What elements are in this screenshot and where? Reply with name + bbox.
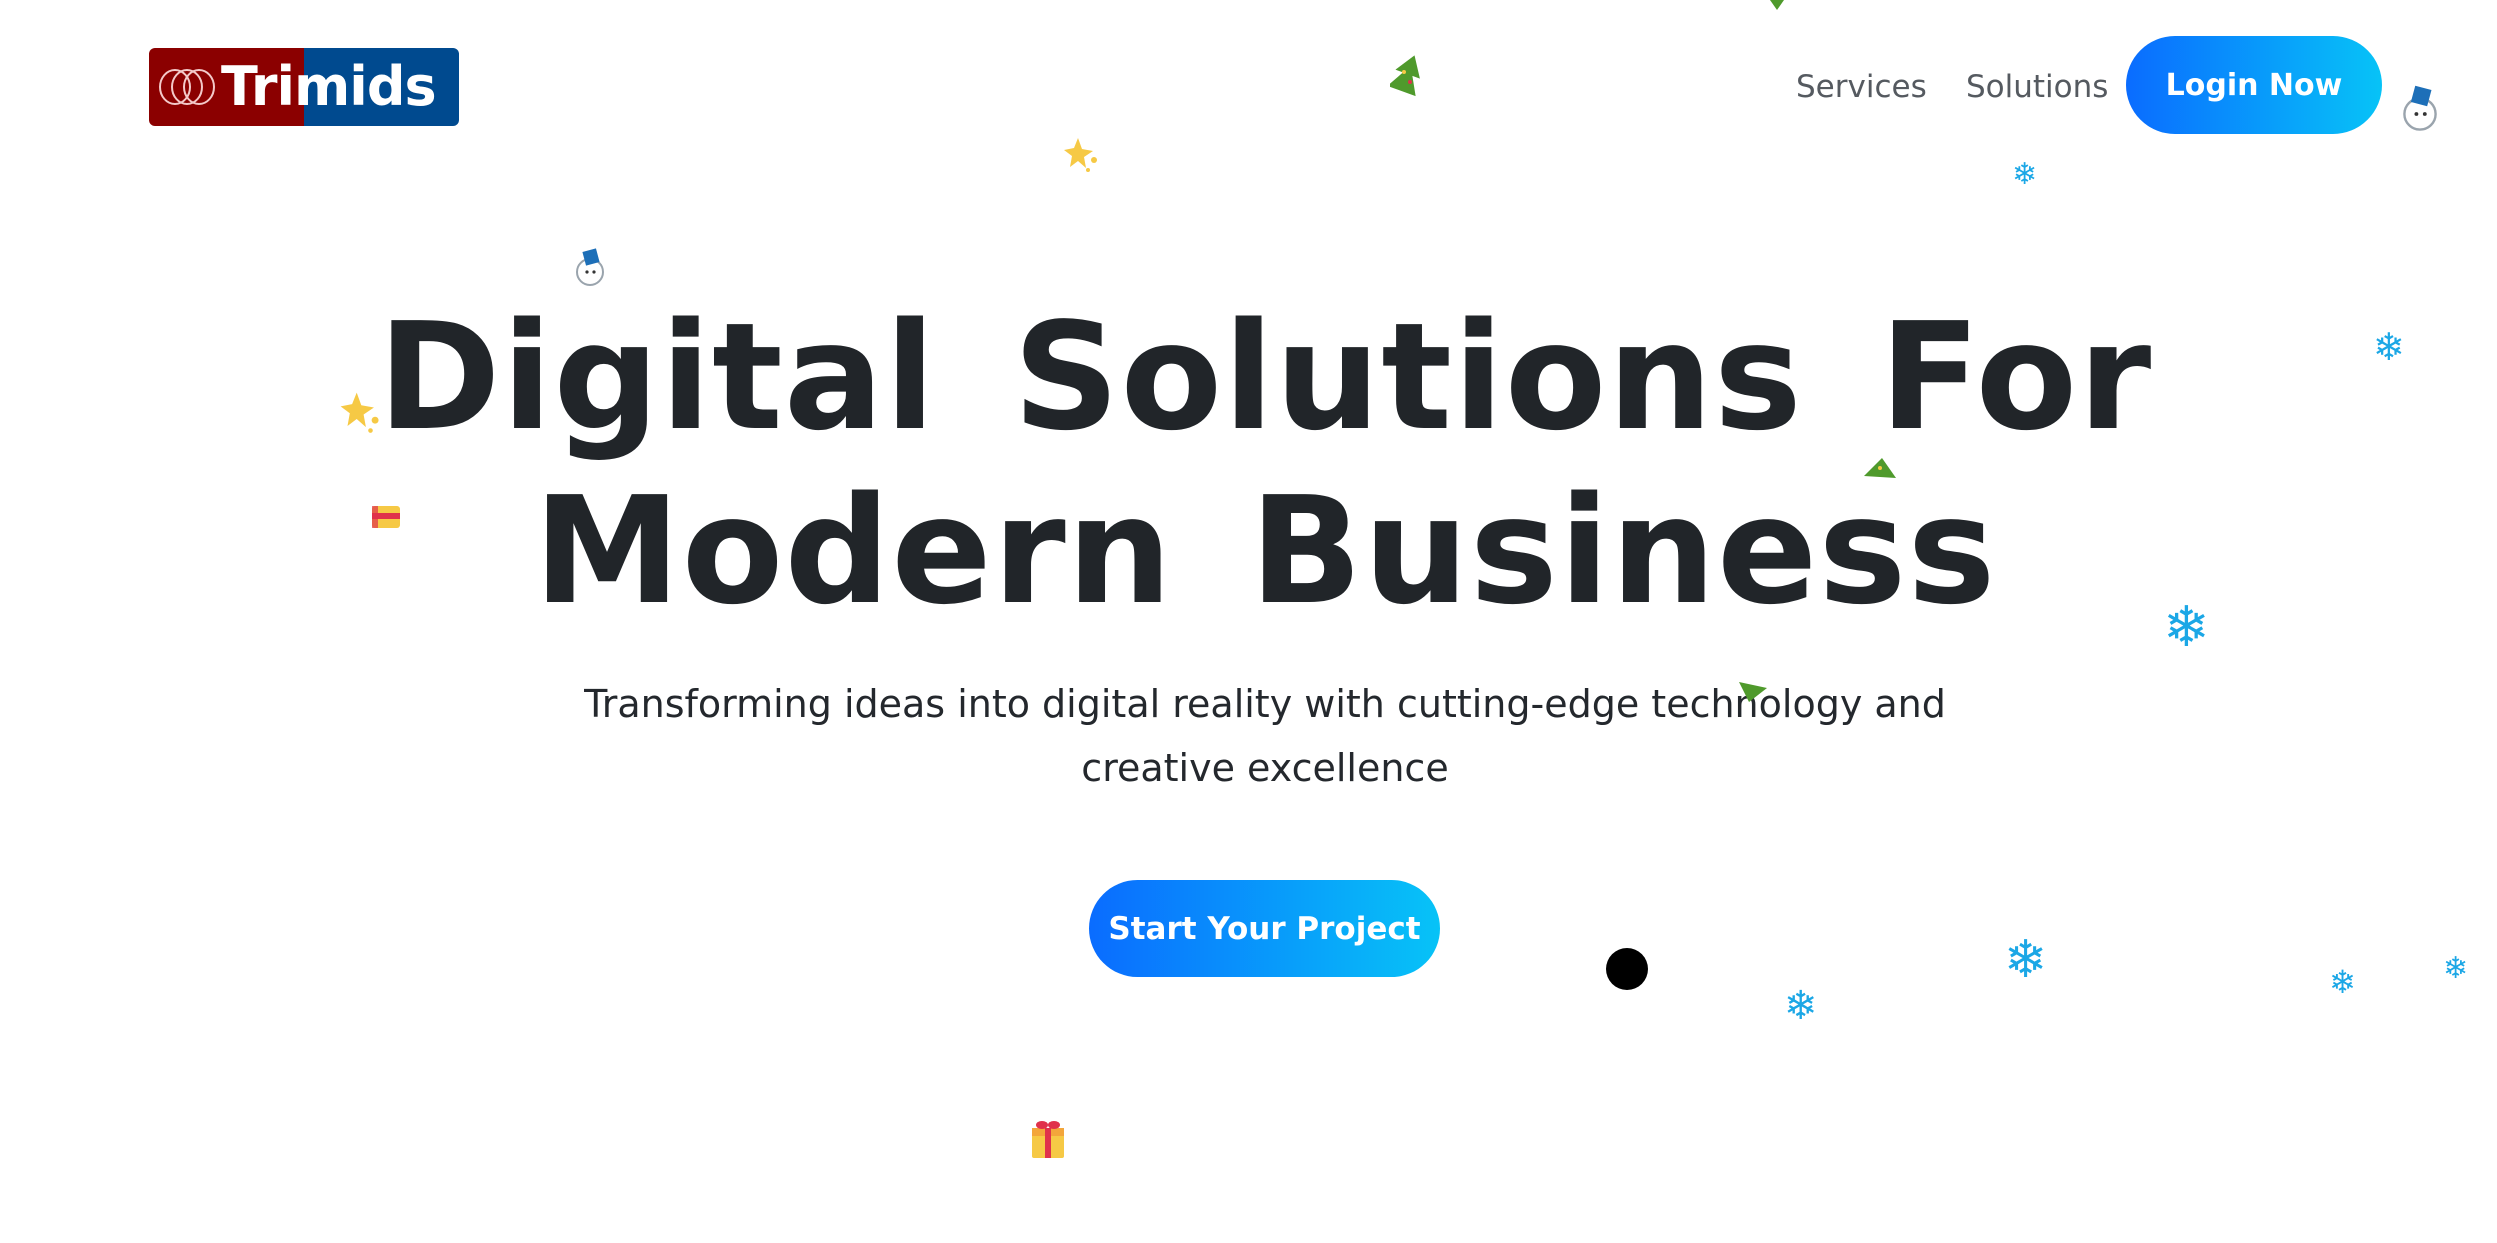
nav-solutions-link[interactable]: Solutions [1966, 64, 2108, 110]
gift-icon [372, 506, 400, 528]
snowman-icon [576, 248, 604, 286]
brand-logo[interactable]: Trimids [149, 48, 459, 126]
snowman-icon [2403, 85, 2437, 131]
snowflake-icon: ❄ [2012, 157, 2038, 192]
page: Trimids Services Solutions Login Now Dig… [0, 0, 2497, 1243]
mouse-cursor-dot [1606, 948, 1648, 990]
tree-icon [1739, 682, 1767, 702]
nav-services-link[interactable]: Services [1796, 64, 1927, 110]
snowflake-icon: ❄ [2004, 930, 2048, 990]
logo-text: Trimids [221, 55, 437, 118]
snowflake-icon: ❄ [2443, 951, 2469, 986]
gift-icon [1032, 1121, 1064, 1158]
tree-icon [1770, 0, 1784, 10]
snowflake-icon: ❄ [2329, 963, 2356, 1001]
snowflake-icon: ❄ [1784, 983, 1818, 1029]
hero-title: Digital Solutions For Modern Business [377, 291, 2153, 637]
snowflake-icon: ❄ [2163, 595, 2210, 660]
star-icon [1064, 138, 1097, 172]
snowflake-icon: ❄ [2373, 325, 2405, 369]
login-now-button[interactable]: Login Now [2126, 36, 2382, 134]
logo-rings-icon [159, 69, 215, 105]
hero-subtitle: Transforming ideas into digital reality … [584, 682, 1946, 790]
tree-icon [1390, 55, 1420, 97]
star-icon [340, 392, 379, 433]
tree-icon [1864, 458, 1896, 478]
start-project-button[interactable]: Start Your Project [1089, 880, 1440, 977]
